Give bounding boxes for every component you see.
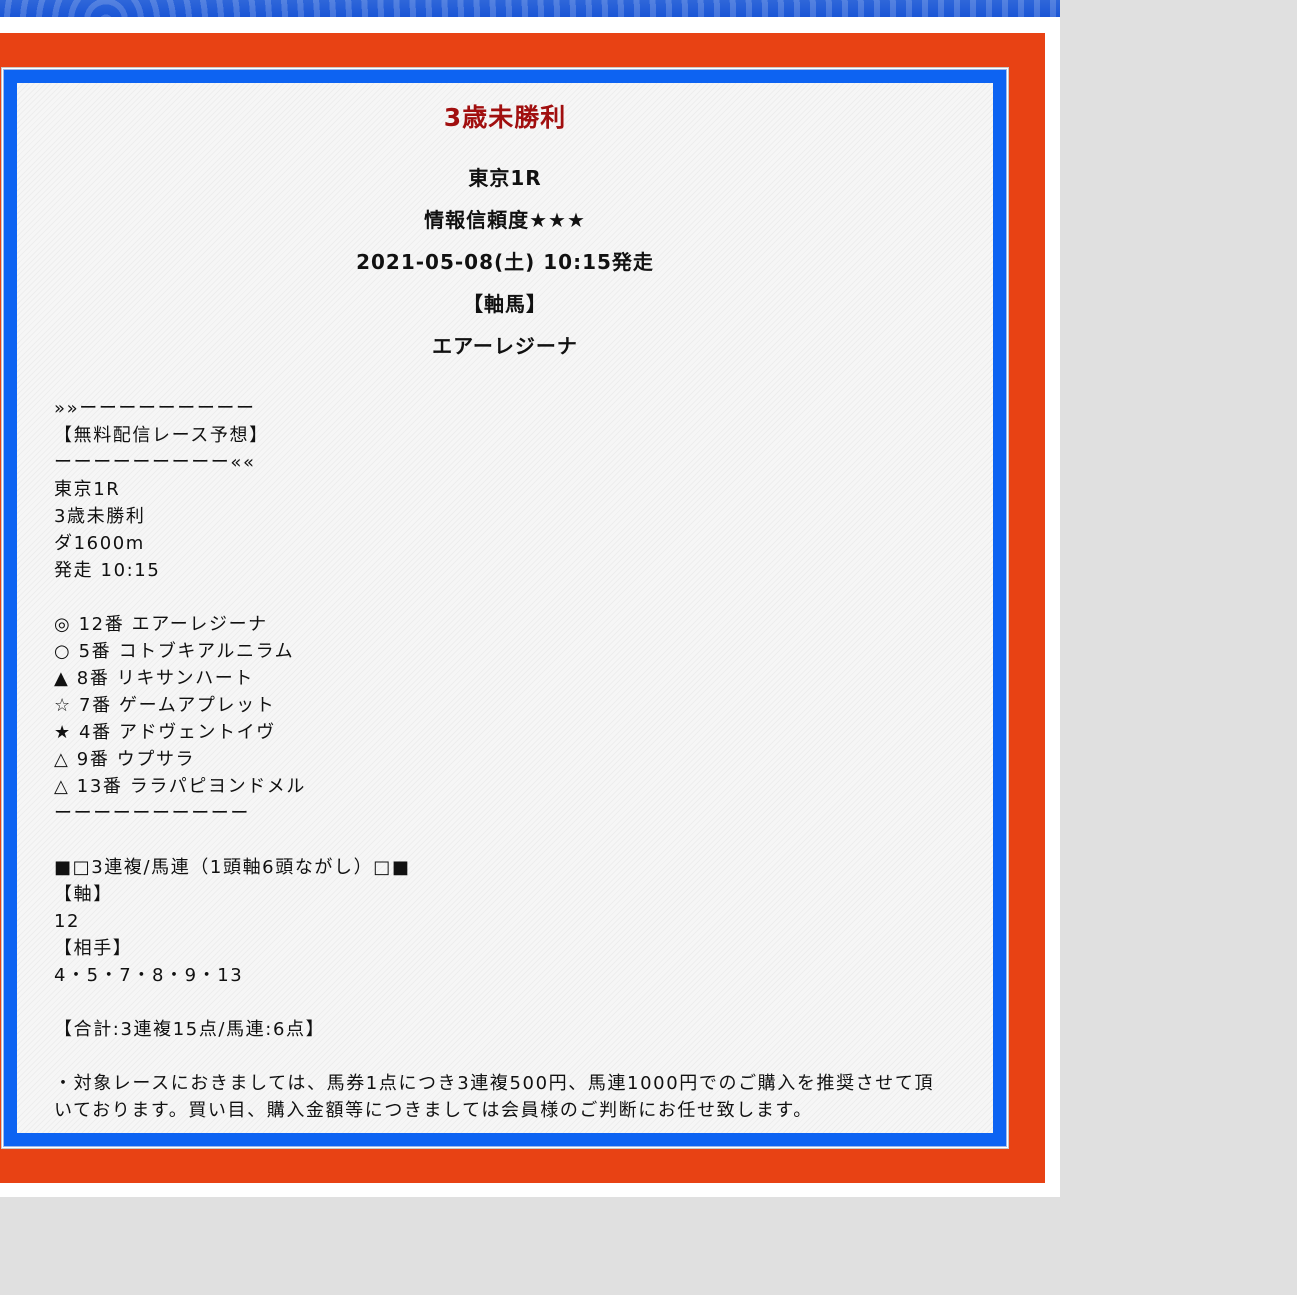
text-line: ダ1600m bbox=[54, 533, 145, 554]
text-line: 4・5・7・8・9・13 bbox=[54, 965, 244, 986]
race-title: 3歳未勝利 bbox=[443, 103, 567, 132]
total-line: 【合計:3連複15点/馬連:6点】 bbox=[54, 1019, 326, 1040]
axis-horse-name: エアーレジーナ bbox=[432, 334, 578, 358]
pick-line: ☆ 7番 ゲームアプレット bbox=[54, 695, 276, 716]
reliability-rating: 情報信頼度★★★ bbox=[424, 208, 586, 232]
pick-line: △ 9番 ウプサラ bbox=[54, 749, 196, 770]
text-line: 【無料配信レース予想】 bbox=[54, 425, 269, 446]
text-line: ーーーーーーーーーー bbox=[54, 803, 250, 824]
text-line: ーーーーーーーーー«« bbox=[54, 452, 256, 473]
text-line: 3歳未勝利 bbox=[54, 506, 146, 527]
pick-line: ◎ 12番 エアーレジーナ bbox=[54, 614, 268, 635]
text-line: »»ーーーーーーーーー bbox=[54, 398, 256, 419]
race-venue: 東京1R bbox=[468, 166, 542, 190]
pick-line: △ 13番 ララパピヨンドメル bbox=[54, 776, 307, 797]
header-band bbox=[0, 0, 1060, 17]
text-line: 発走 10:15 bbox=[54, 560, 161, 581]
purchase-note: ・対象レースにおきましては、馬券1点につき3連複500円、馬連1000円でのご購… bbox=[54, 1073, 935, 1121]
prediction-card-content: 3歳未勝利 東京1R 情報信頼度★★★ 2021-05-08(土) 10:15発… bbox=[17, 83, 993, 1133]
text-line: 12 bbox=[54, 911, 81, 932]
prediction-card: 3歳未勝利 東京1R 情報信頼度★★★ 2021-05-08(土) 10:15発… bbox=[3, 69, 1007, 1147]
prediction-text: »»ーーーーーーーーー 【無料配信レース予想】 ーーーーーーーーー«« 東京1R… bbox=[54, 395, 956, 1124]
pick-line: ▲ 8番 リキサンハート bbox=[54, 668, 254, 689]
text-line: 【相手】 bbox=[54, 938, 133, 959]
pick-line: ○ 5番 コトブキアルニラム bbox=[54, 641, 295, 662]
axis-horse-heading: 【軸馬】 bbox=[463, 292, 547, 316]
text-line: 【軸】 bbox=[54, 884, 113, 905]
bet-type-line: ■□3連複/馬連（1頭軸6頭ながし）□■ bbox=[54, 857, 411, 878]
pick-line: ★ 4番 アドヴェントイヴ bbox=[54, 722, 276, 743]
text-line: 東京1R bbox=[54, 479, 121, 500]
page: 3歳未勝利 東京1R 情報信頼度★★★ 2021-05-08(土) 10:15発… bbox=[0, 0, 1060, 1197]
start-time: 2021-05-08(土) 10:15発走 bbox=[356, 250, 654, 274]
